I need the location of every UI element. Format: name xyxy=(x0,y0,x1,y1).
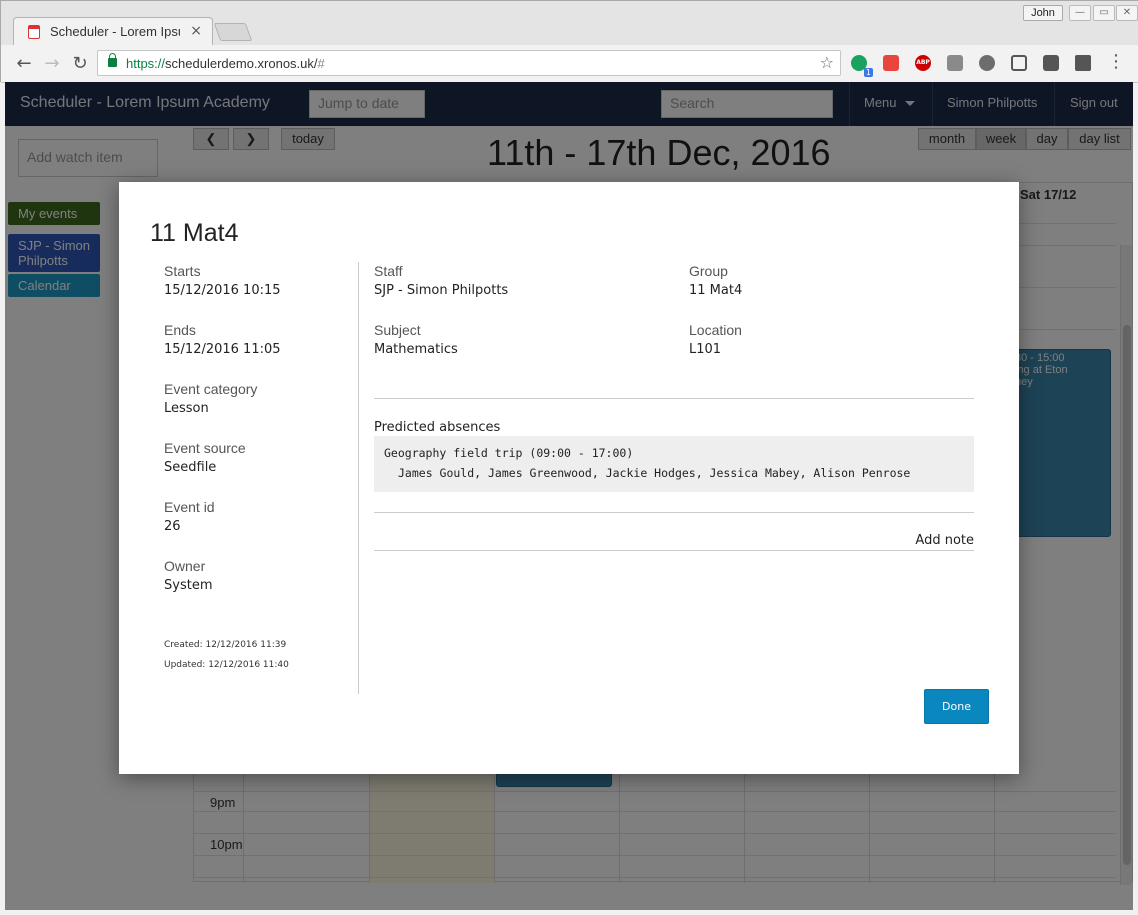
cast-icon[interactable] xyxy=(1011,55,1027,71)
owner-value: System xyxy=(164,578,213,593)
extension-swirl-icon[interactable] xyxy=(979,55,995,71)
absence-names: James Gould, James Greenwood, Jackie Hod… xyxy=(398,466,911,480)
note-underline xyxy=(374,550,974,551)
section-divider xyxy=(374,398,974,399)
source-field: Event source Seedfile xyxy=(164,440,246,475)
location-value: L101 xyxy=(689,342,722,357)
extension-key-icon[interactable] xyxy=(1043,55,1059,71)
event-id-label: Event id xyxy=(164,499,215,515)
section-divider xyxy=(374,512,974,513)
extension-mail-icon[interactable] xyxy=(1075,55,1091,71)
category-label: Event category xyxy=(164,381,258,397)
url-text: https://schedulerdemo.xronos.uk/# xyxy=(126,56,325,71)
done-button[interactable]: Done xyxy=(924,689,989,724)
staff-label: Staff xyxy=(374,263,403,279)
browser-toolbar: ← → ↻ https://schedulerdemo.xronos.uk/# … xyxy=(1,45,1138,83)
close-window-icon[interactable]: ✕ xyxy=(1116,5,1138,21)
browser-chrome: Scheduler - Lorem Ipsum Academy × John —… xyxy=(0,0,1138,83)
category-value: Lesson xyxy=(164,401,209,416)
absence-event: Geography field trip (09:00 - 17:00) xyxy=(384,446,634,460)
back-icon[interactable]: ← xyxy=(13,53,35,74)
ends-value: 15/12/2016 11:05 xyxy=(164,342,281,357)
predicted-absences-title: Predicted absences xyxy=(374,420,501,435)
starts-label: Starts xyxy=(164,263,201,279)
forward-icon[interactable]: → xyxy=(41,53,63,74)
close-tab-icon[interactable]: × xyxy=(190,23,202,39)
owner-field: Owner System xyxy=(164,558,212,593)
vertical-divider xyxy=(358,262,359,694)
extension-building-icon[interactable] xyxy=(947,55,963,71)
bookmark-star-icon[interactable]: ☆ xyxy=(820,53,834,72)
profile-button[interactable]: John xyxy=(1023,5,1063,21)
maximize-icon[interactable]: ▭ xyxy=(1093,5,1115,21)
ends-field: Ends 15/12/2016 11:05 xyxy=(164,322,281,357)
source-label: Event source xyxy=(164,440,246,456)
reload-icon[interactable]: ↻ xyxy=(69,53,91,74)
subject-value: Mathematics xyxy=(374,342,458,357)
subject-label: Subject xyxy=(374,322,421,338)
event-id-field: Event id 26 xyxy=(164,499,215,534)
starts-value: 15/12/2016 10:15 xyxy=(164,283,281,298)
extension-red-icon[interactable] xyxy=(883,55,899,71)
ends-label: Ends xyxy=(164,322,196,338)
subject-field: Subject Mathematics xyxy=(374,322,458,357)
browser-tab[interactable]: Scheduler - Lorem Ipsum Academy × xyxy=(13,17,213,47)
lock-icon xyxy=(108,53,117,67)
group-label: Group xyxy=(689,263,728,279)
modal-title: 11 Mat4 xyxy=(150,219,239,247)
source-value: Seedfile xyxy=(164,460,217,475)
minimize-icon[interactable]: — xyxy=(1069,5,1091,21)
created-timestamp: Created: 12/12/2016 11:39 xyxy=(164,640,287,650)
address-bar[interactable]: https://schedulerdemo.xronos.uk/# ☆ xyxy=(97,50,841,76)
staff-field: Staff SJP - Simon Philpotts xyxy=(374,263,508,298)
updated-timestamp: Updated: 12/12/2016 11:40 xyxy=(164,660,289,670)
extension-green-icon[interactable]: 1 xyxy=(851,55,873,77)
group-field: Group 11 Mat4 xyxy=(689,263,742,298)
browser-menu-icon[interactable]: ⋮ xyxy=(1105,51,1127,72)
adblock-icon[interactable]: ABP xyxy=(915,55,931,71)
calendar-favicon-icon xyxy=(28,25,40,39)
location-field: Location L101 xyxy=(689,322,742,357)
event-id-value: 26 xyxy=(164,519,181,534)
category-field: Event category Lesson xyxy=(164,381,257,416)
new-tab-button[interactable] xyxy=(213,23,253,41)
starts-field: Starts 15/12/2016 10:15 xyxy=(164,263,281,298)
staff-value: SJP - Simon Philpotts xyxy=(374,283,509,298)
tab-strip: Scheduler - Lorem Ipsum Academy × John —… xyxy=(1,1,1138,47)
event-details-modal: 11 Mat4 Starts 15/12/2016 10:15 Ends 15/… xyxy=(119,182,1019,774)
predicted-absences-box: Geography field trip (09:00 - 17:00) Jam… xyxy=(374,436,974,492)
owner-label: Owner xyxy=(164,558,206,574)
tab-title: Scheduler - Lorem Ipsum Academy xyxy=(50,24,180,39)
location-label: Location xyxy=(689,322,742,338)
add-note-link[interactable]: Add note xyxy=(915,533,974,548)
group-value: 11 Mat4 xyxy=(689,283,743,298)
